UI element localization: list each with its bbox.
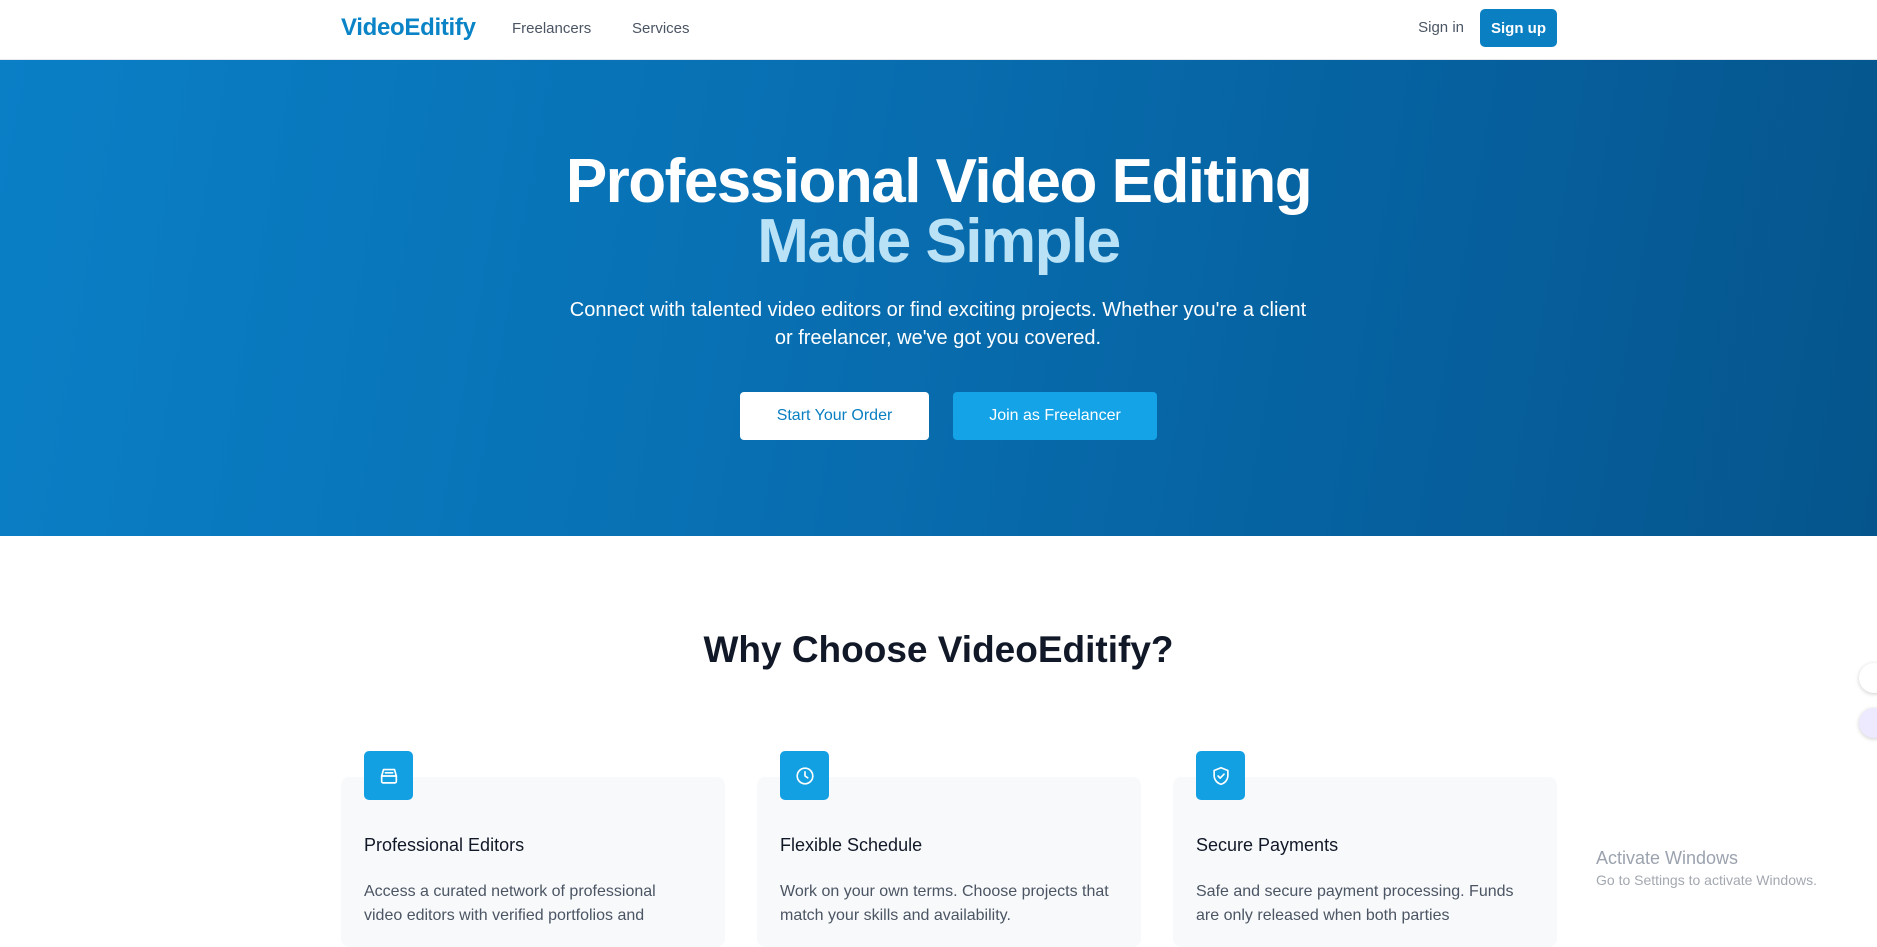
feature-card-flexible-schedule: Flexible Schedule Work on your own terms… [757, 751, 1141, 947]
nav-link-freelancers[interactable]: Freelancers [512, 20, 591, 37]
nav-link-services[interactable]: Services [632, 20, 690, 37]
feature-card-title: Professional Editors [364, 835, 525, 855]
join-freelancer-button[interactable]: Join as Freelancer [953, 392, 1157, 440]
start-order-button[interactable]: Start Your Order [740, 392, 929, 440]
feature-card-text: Work on your own terms. Choose projects … [780, 883, 1109, 924]
hero-title: Professional Video Editing Made Simple [0, 151, 1877, 276]
feature-card-professional-editors: Professional Editors Access a curated ne… [341, 751, 725, 947]
watermark-title: Activate Windows [1596, 848, 1739, 868]
hero-section: Professional Video Editing Made Simple C… [0, 60, 1877, 536]
brand-logo[interactable]: VideoEditify [341, 14, 476, 42]
inbox-stack-icon [364, 751, 413, 800]
chat-assistant-icon[interactable] [1859, 708, 1877, 738]
features-heading: Why Choose VideoEditify? [703, 629, 1174, 670]
windows-activation-watermark: Activate Windows Go to Settings to activ… [1596, 848, 1817, 888]
hero-subtitle: Connect with talented video editors or f… [569, 299, 1307, 349]
share-widget-icon[interactable] [1859, 663, 1877, 693]
clock-icon [780, 751, 829, 800]
shield-check-icon [1196, 751, 1245, 800]
feature-card-text: Access a curated network of professional… [364, 883, 656, 924]
feature-card-title: Flexible Schedule [780, 835, 923, 855]
sign-up-button[interactable]: Sign up [1480, 9, 1557, 47]
hero-title-line1: Professional Video Editing [565, 147, 1313, 216]
hero-title-accent: Made Simple [757, 207, 1121, 276]
feature-card-title: Secure Payments [1196, 835, 1339, 855]
feature-card-secure-payments: Secure Payments Safe and secure payment … [1173, 751, 1557, 947]
watermark-subtitle: Go to Settings to activate Windows. [1596, 872, 1817, 888]
feature-card-text: Safe and secure payment processing. Fund… [1196, 883, 1514, 924]
sign-in-link[interactable]: Sign in [1418, 19, 1464, 36]
top-navbar: VideoEditify Freelancers Services Sign i… [0, 0, 1877, 60]
navbar-inner: VideoEditify Freelancers Services Sign i… [341, 0, 1557, 60]
